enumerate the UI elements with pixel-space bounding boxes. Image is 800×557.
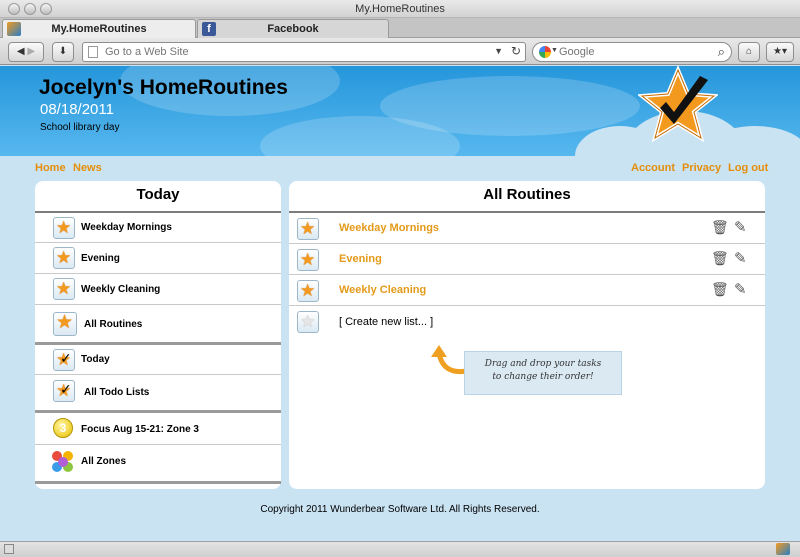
trash-icon[interactable]: 🗑 (711, 219, 729, 236)
current-date: 08/18/2011 (40, 101, 114, 118)
today-panel: Today ★ Weekday Mornings ★ Evening ★ Wee… (35, 181, 281, 489)
facebook-favicon-icon: f (202, 22, 216, 36)
checkmark-star-icon: ★ ✓ (53, 349, 75, 371)
sidebar-item-weekday-mornings[interactable]: ★ Weekday Mornings (35, 213, 281, 243)
zoom-window-button[interactable] (40, 3, 52, 15)
nav-home-link[interactable]: Home (35, 162, 66, 174)
nav-news-link[interactable]: News (73, 162, 102, 174)
hint-line: to change their order! (492, 372, 594, 382)
star-icon: ★ (53, 278, 75, 300)
sidebar-item-label: All Routines (84, 319, 143, 330)
nav-account-link[interactable]: Account (631, 162, 675, 174)
star-icon: ★ (297, 280, 319, 302)
routine-link[interactable]: Evening (339, 253, 382, 265)
sidebar-item-all-todo-lists[interactable]: ★ ✓ All Todo Lists (35, 375, 281, 409)
sidebar-item-label: Weekly Cleaning (81, 284, 161, 295)
grey-star-icon: ★ (297, 311, 319, 333)
sidebar-item-label: Today (81, 354, 110, 365)
star-icon: ★ (53, 247, 75, 269)
sidebar-item-all-zones[interactable]: All Zones (35, 445, 281, 479)
download-icon: ⬇ (58, 46, 68, 57)
create-new-list-link[interactable]: [ Create new list... ] (339, 316, 433, 328)
tab-homeroutines[interactable]: My.HomeRoutines (2, 19, 196, 38)
routine-row-weekday-mornings[interactable]: ★ Weekday Mornings 🗑 ✎ (289, 213, 765, 244)
home-button[interactable]: ⌂ (738, 42, 760, 62)
status-toggle-icon[interactable] (4, 544, 14, 554)
url-input[interactable] (105, 44, 485, 60)
back-forward-buttons[interactable]: ◀ ▶ (8, 42, 44, 62)
routine-link[interactable]: Weekday Mornings (339, 222, 439, 234)
sidebar-item-label: Focus Aug 15-21: Zone 3 (81, 424, 199, 435)
extension-icon[interactable] (776, 543, 790, 555)
star-icon: ★ (53, 312, 77, 336)
create-new-list-row[interactable]: ★ [ Create new list... ] (289, 306, 765, 337)
browser-toolbar: ◀ ▶ ⬇ ▼ ↻ ▼ ⌕ ⌂ ★▾ (0, 38, 800, 65)
all-routines-panel-title: All Routines (483, 186, 571, 203)
tab-label: Facebook (267, 23, 319, 35)
bookmarks-icon: ★▾ (773, 46, 787, 57)
sidebar-item-focus-zone[interactable]: 3 Focus Aug 15-21: Zone 3 (35, 413, 281, 445)
checkmark-star-icon: ★ ✓ (53, 380, 75, 402)
sidebar-item-label: All Zones (81, 456, 127, 467)
back-arrow-icon[interactable]: ◀ (17, 46, 25, 57)
url-dropdown-icon[interactable]: ▼ (494, 46, 503, 56)
star-icon: ★ (297, 218, 319, 240)
tab-bar: My.HomeRoutines f Facebook (0, 18, 800, 38)
curved-arrow-icon (431, 345, 469, 375)
close-window-button[interactable] (8, 3, 20, 15)
star-icon: ★ (297, 249, 319, 271)
drag-drop-hint: Drag and drop your tasks to change their… (464, 351, 622, 395)
sidebar-item-evening[interactable]: ★ Evening (35, 243, 281, 274)
sidebar-item-all-routines[interactable]: ★ All Routines (35, 305, 281, 341)
zone-3-icon: 3 (53, 418, 73, 438)
nav-logout-link[interactable]: Log out (728, 162, 768, 174)
page-title: Jocelyn's HomeRoutines (39, 76, 288, 99)
today-panel-title: Today (136, 186, 180, 203)
reload-icon[interactable]: ↻ (511, 44, 521, 58)
all-zones-icon (52, 451, 74, 473)
search-icon[interactable]: ⌕ (718, 44, 725, 60)
homeroutines-favicon-icon (7, 22, 21, 36)
pencil-icon[interactable]: ✎ (734, 280, 747, 298)
nav-privacy-link[interactable]: Privacy (682, 162, 721, 174)
sidebar-item-label: All Todo Lists (84, 387, 150, 398)
search-engine-dropdown-icon[interactable]: ▼ (551, 47, 558, 54)
status-bar (0, 541, 800, 557)
all-routines-panel: All Routines ★ Weekday Mornings 🗑 ✎ ★ Ev… (289, 181, 765, 489)
footer-copyright: Copyright 2011 Wunderbear Software Ltd. … (260, 504, 540, 515)
search-input[interactable] (559, 44, 709, 60)
pencil-icon[interactable]: ✎ (734, 249, 747, 267)
window-title: My.HomeRoutines (355, 3, 445, 15)
google-icon (539, 46, 551, 58)
hint-line: Drag and drop your tasks (484, 359, 602, 369)
section-divider (35, 481, 281, 484)
homeroutines-logo-icon (636, 66, 720, 146)
trash-icon[interactable]: 🗑 (711, 250, 729, 267)
sidebar-item-label: Evening (81, 253, 120, 264)
home-icon: ⌂ (745, 46, 753, 57)
tab-facebook[interactable]: f Facebook (197, 19, 389, 38)
search-bar[interactable]: ▼ ⌕ (532, 42, 732, 62)
bookmark-add-button[interactable]: ⬇ (52, 42, 74, 62)
address-bar[interactable]: ▼ ↻ (82, 42, 526, 62)
bookmarks-button[interactable]: ★▾ (766, 42, 794, 62)
sidebar-item-today-todos[interactable]: ★ ✓ Today (35, 345, 281, 375)
window-titlebar: My.HomeRoutines (0, 0, 800, 18)
trash-icon[interactable]: 🗑 (711, 281, 729, 298)
pencil-icon[interactable]: ✎ (734, 218, 747, 236)
minimize-window-button[interactable] (24, 3, 36, 15)
routine-row-evening[interactable]: ★ Evening 🗑 ✎ (289, 244, 765, 275)
routine-row-weekly-cleaning[interactable]: ★ Weekly Cleaning 🗑 ✎ (289, 275, 765, 306)
sidebar-item-weekly-cleaning[interactable]: ★ Weekly Cleaning (35, 274, 281, 305)
day-subtitle: School library day (40, 122, 120, 133)
sidebar-item-label: Weekday Mornings (81, 222, 172, 233)
page-icon (88, 46, 98, 58)
routine-link[interactable]: Weekly Cleaning (339, 284, 426, 296)
tab-label: My.HomeRoutines (51, 23, 147, 35)
site-header: Jocelyn's HomeRoutines 08/18/2011 School… (0, 66, 800, 156)
forward-arrow-icon[interactable]: ▶ (27, 46, 35, 57)
star-icon: ★ (53, 217, 75, 239)
